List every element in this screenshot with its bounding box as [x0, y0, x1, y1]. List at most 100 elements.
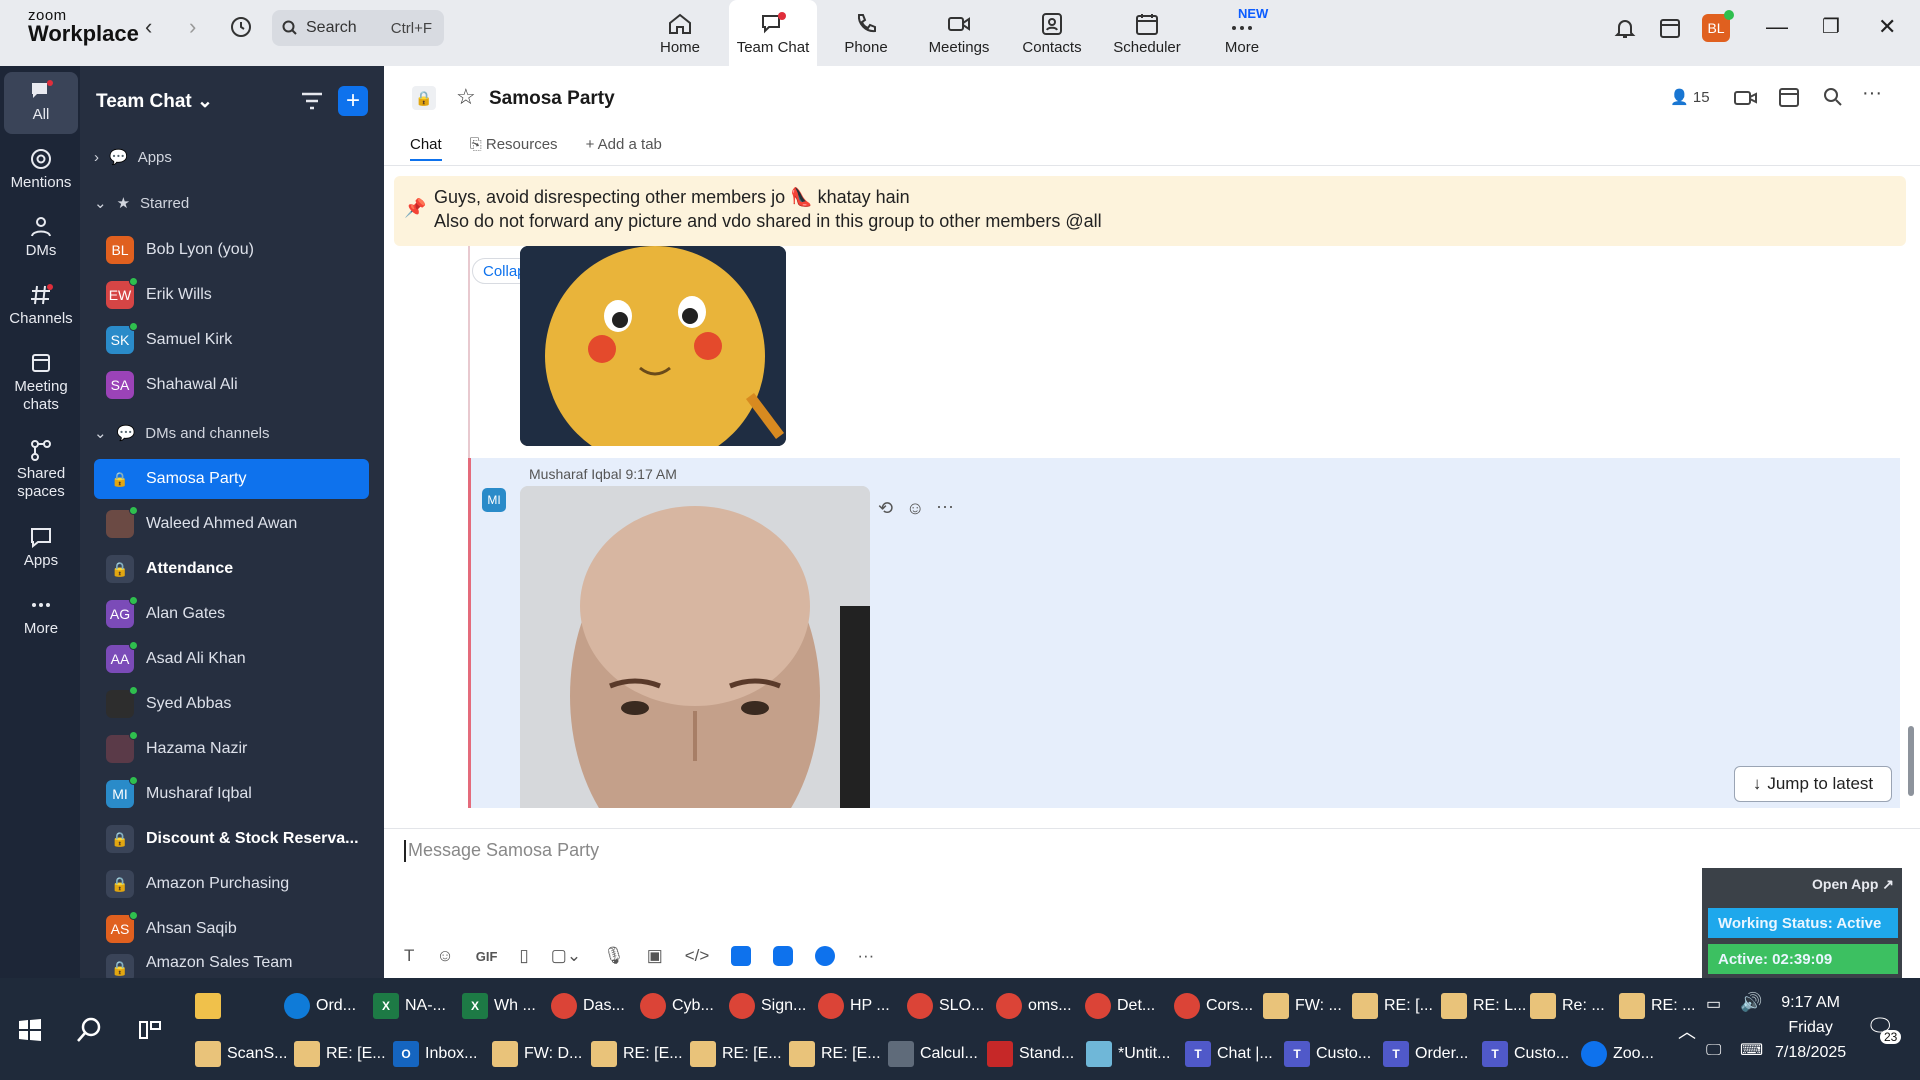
taskbar-app[interactable] [195, 984, 227, 1028]
microphone-icon[interactable]: 🎙 [603, 946, 625, 966]
taskbar-app[interactable]: FW: ... [1263, 984, 1342, 1028]
rail-channels[interactable]: Channels [4, 284, 78, 328]
taskbar-app[interactable]: HP ... [818, 984, 890, 1028]
sidebar-item-asad-ali-khan[interactable]: AA Asad Ali Khan [94, 639, 369, 679]
members-button[interactable]: 👤 15 [1670, 88, 1710, 106]
format-text-icon[interactable]: T [404, 946, 414, 966]
taskbar-app[interactable]: RE: [... [1352, 984, 1433, 1028]
windows-start-icon[interactable] [18, 1018, 42, 1042]
nav-scheduler[interactable]: Scheduler [1101, 0, 1193, 66]
shared-image[interactable] [520, 246, 786, 446]
message-input[interactable]: Message Samosa Party [408, 840, 599, 861]
sidebar-item-erik-wills[interactable]: EW Erik Wills [94, 275, 369, 315]
volume-icon[interactable]: 🔊 [1740, 992, 1762, 1013]
taskbar-app[interactable]: Re: ... [1530, 984, 1605, 1028]
nav-home[interactable]: Home [636, 0, 724, 66]
filter-icon[interactable] [300, 90, 324, 112]
app-icon-1[interactable] [731, 946, 752, 966]
tab-resources[interactable]: ⎘ Resources [470, 136, 558, 161]
new-chat-button[interactable]: + [338, 86, 368, 116]
emoji-reaction-icon[interactable]: ☺ [906, 498, 924, 519]
taskbar-app[interactable]: *Untit... [1086, 1032, 1170, 1076]
taskbar-app[interactable]: Cors... [1174, 984, 1253, 1028]
search-icon[interactable] [1822, 86, 1844, 108]
taskbar-app[interactable]: T Custo... [1482, 1032, 1569, 1076]
emoji-icon[interactable]: ☺ [436, 946, 453, 966]
sidebar-item-alan-gates[interactable]: AG Alan Gates [94, 594, 369, 634]
restore-icon[interactable]: ❐ [1822, 14, 1840, 39]
active-timer[interactable]: Active: 02:39:09 [1708, 944, 1898, 974]
jump-to-latest-button[interactable]: ↓ Jump to latest [1734, 766, 1892, 802]
taskbar-app[interactable]: T Chat |... [1185, 1032, 1273, 1076]
sidebar-item-syed-abbas[interactable]: Syed Abbas [94, 684, 369, 724]
bell-icon[interactable] [1613, 16, 1637, 40]
nav-meetings[interactable]: Meetings [915, 0, 1003, 66]
sidebar-item-hazama-nazir[interactable]: Hazama Nazir [94, 729, 369, 769]
rail-more[interactable]: More [4, 594, 78, 638]
network-icon[interactable]: 🖵 [1706, 1042, 1721, 1060]
taskbar-app[interactable]: Ord... [284, 984, 356, 1028]
taskbar-app[interactable]: ScanS... [195, 1032, 287, 1076]
tab-add[interactable]: + Add a tab [586, 136, 662, 161]
taskbar-app[interactable]: Das... [551, 984, 625, 1028]
taskbar-app[interactable]: RE: L... [1441, 984, 1526, 1028]
taskbar-app[interactable]: X NA-... [373, 984, 446, 1028]
language-icon[interactable]: ⌨ [1740, 1040, 1763, 1060]
nav-contacts[interactable]: Contacts [1008, 0, 1096, 66]
screenshot-icon[interactable]: ▢⌄ [551, 946, 581, 966]
taskbar-app[interactable]: RE: [E... [789, 1032, 881, 1076]
star-icon[interactable]: ☆ [456, 84, 476, 110]
shared-image[interactable] [520, 486, 870, 808]
close-icon[interactable]: ✕ [1878, 14, 1896, 40]
dms-section[interactable]: ⌄ 💬 DMs and channels [94, 424, 270, 443]
nav-phone[interactable]: Phone [822, 0, 910, 66]
code-icon[interactable]: </> [685, 946, 710, 966]
video-icon[interactable] [1734, 88, 1758, 108]
rail-shared-spaces[interactable]: Shared spaces [4, 439, 78, 501]
sidebar-item-bob-lyon[interactable]: BL Bob Lyon (you) [94, 230, 369, 270]
taskbar-app[interactable]: X Wh ... [462, 984, 536, 1028]
file-icon[interactable]: ▯ [519, 946, 528, 966]
gif-icon[interactable]: GIF [476, 949, 498, 964]
taskbar-app[interactable]: O Inbox... [393, 1032, 477, 1076]
sidebar-item-ahsan-saqib[interactable]: AS Ahsan Saqib [94, 909, 369, 949]
apps-section[interactable]: › 💬 Apps [94, 148, 172, 167]
system-clock[interactable]: 9:17 AM Friday 7/18/2025 [1775, 990, 1846, 1065]
more-options-icon[interactable]: ··· [1862, 82, 1882, 105]
search-input[interactable]: Search Ctrl+F [272, 10, 444, 46]
taskbar-app[interactable]: RE: [E... [294, 1032, 386, 1076]
sidebar-item-samosa-party[interactable]: 🔒 Samosa Party [94, 459, 369, 499]
sidebar-item-shahawal-ali[interactable]: SA Shahawal Ali [94, 365, 369, 405]
minimize-icon[interactable]: — [1766, 14, 1788, 40]
open-app-link[interactable]: Open App ↗ [1812, 876, 1894, 893]
app-icon-3[interactable] [815, 946, 836, 966]
sidebar-item-attendance[interactable]: 🔒 Attendance [94, 549, 369, 589]
sidebar-item-amazon-purchasing[interactable]: 🔒 Amazon Purchasing [94, 864, 369, 904]
pinned-message[interactable]: 📌 Guys, avoid disrespecting other member… [394, 176, 1906, 246]
video-message-icon[interactable]: ▣ [647, 946, 663, 966]
taskbar-app[interactable]: RE: [E... [591, 1032, 683, 1076]
history-icon[interactable] [229, 15, 253, 39]
sidebar-item-discount-stock[interactable]: 🔒 Discount & Stock Reserva... [94, 819, 369, 859]
avatar[interactable]: MI [482, 488, 506, 512]
tray-chevron-icon[interactable]: ︿ [1678, 1018, 1696, 1044]
taskbar-app[interactable]: T Order... [1383, 1032, 1468, 1076]
taskbar-app[interactable]: Cyb... [640, 984, 714, 1028]
taskbar-app[interactable]: Det... [1085, 984, 1155, 1028]
taskbar-app[interactable]: Sign... [729, 984, 806, 1028]
search-icon[interactable] [76, 1016, 104, 1044]
taskbar-app[interactable]: FW: D... [492, 1032, 582, 1076]
working-status-button[interactable]: Working Status: Active [1708, 908, 1898, 938]
taskbar-app[interactable]: SLO... [907, 984, 984, 1028]
channel-title[interactable]: Samosa Party [489, 88, 615, 110]
sidebar-item-musharaf-iqbal[interactable]: MI Musharaf Iqbal [94, 774, 369, 814]
starred-section[interactable]: ⌄ ★ Starred [94, 194, 189, 213]
taskbar-app[interactable]: T Custo... [1284, 1032, 1371, 1076]
sidebar-item-samuel-kirk[interactable]: SK Samuel Kirk [94, 320, 369, 360]
taskbar-app[interactable]: Zoo... [1581, 1032, 1654, 1076]
calendar-icon[interactable] [1778, 86, 1800, 108]
taskbar-app[interactable]: RE: [E... [690, 1032, 782, 1076]
sidebar-title[interactable]: Team Chat ⌄ [96, 90, 213, 113]
nav-team-chat[interactable]: Team Chat [729, 0, 817, 66]
scrollbar-thumb[interactable] [1908, 726, 1914, 796]
